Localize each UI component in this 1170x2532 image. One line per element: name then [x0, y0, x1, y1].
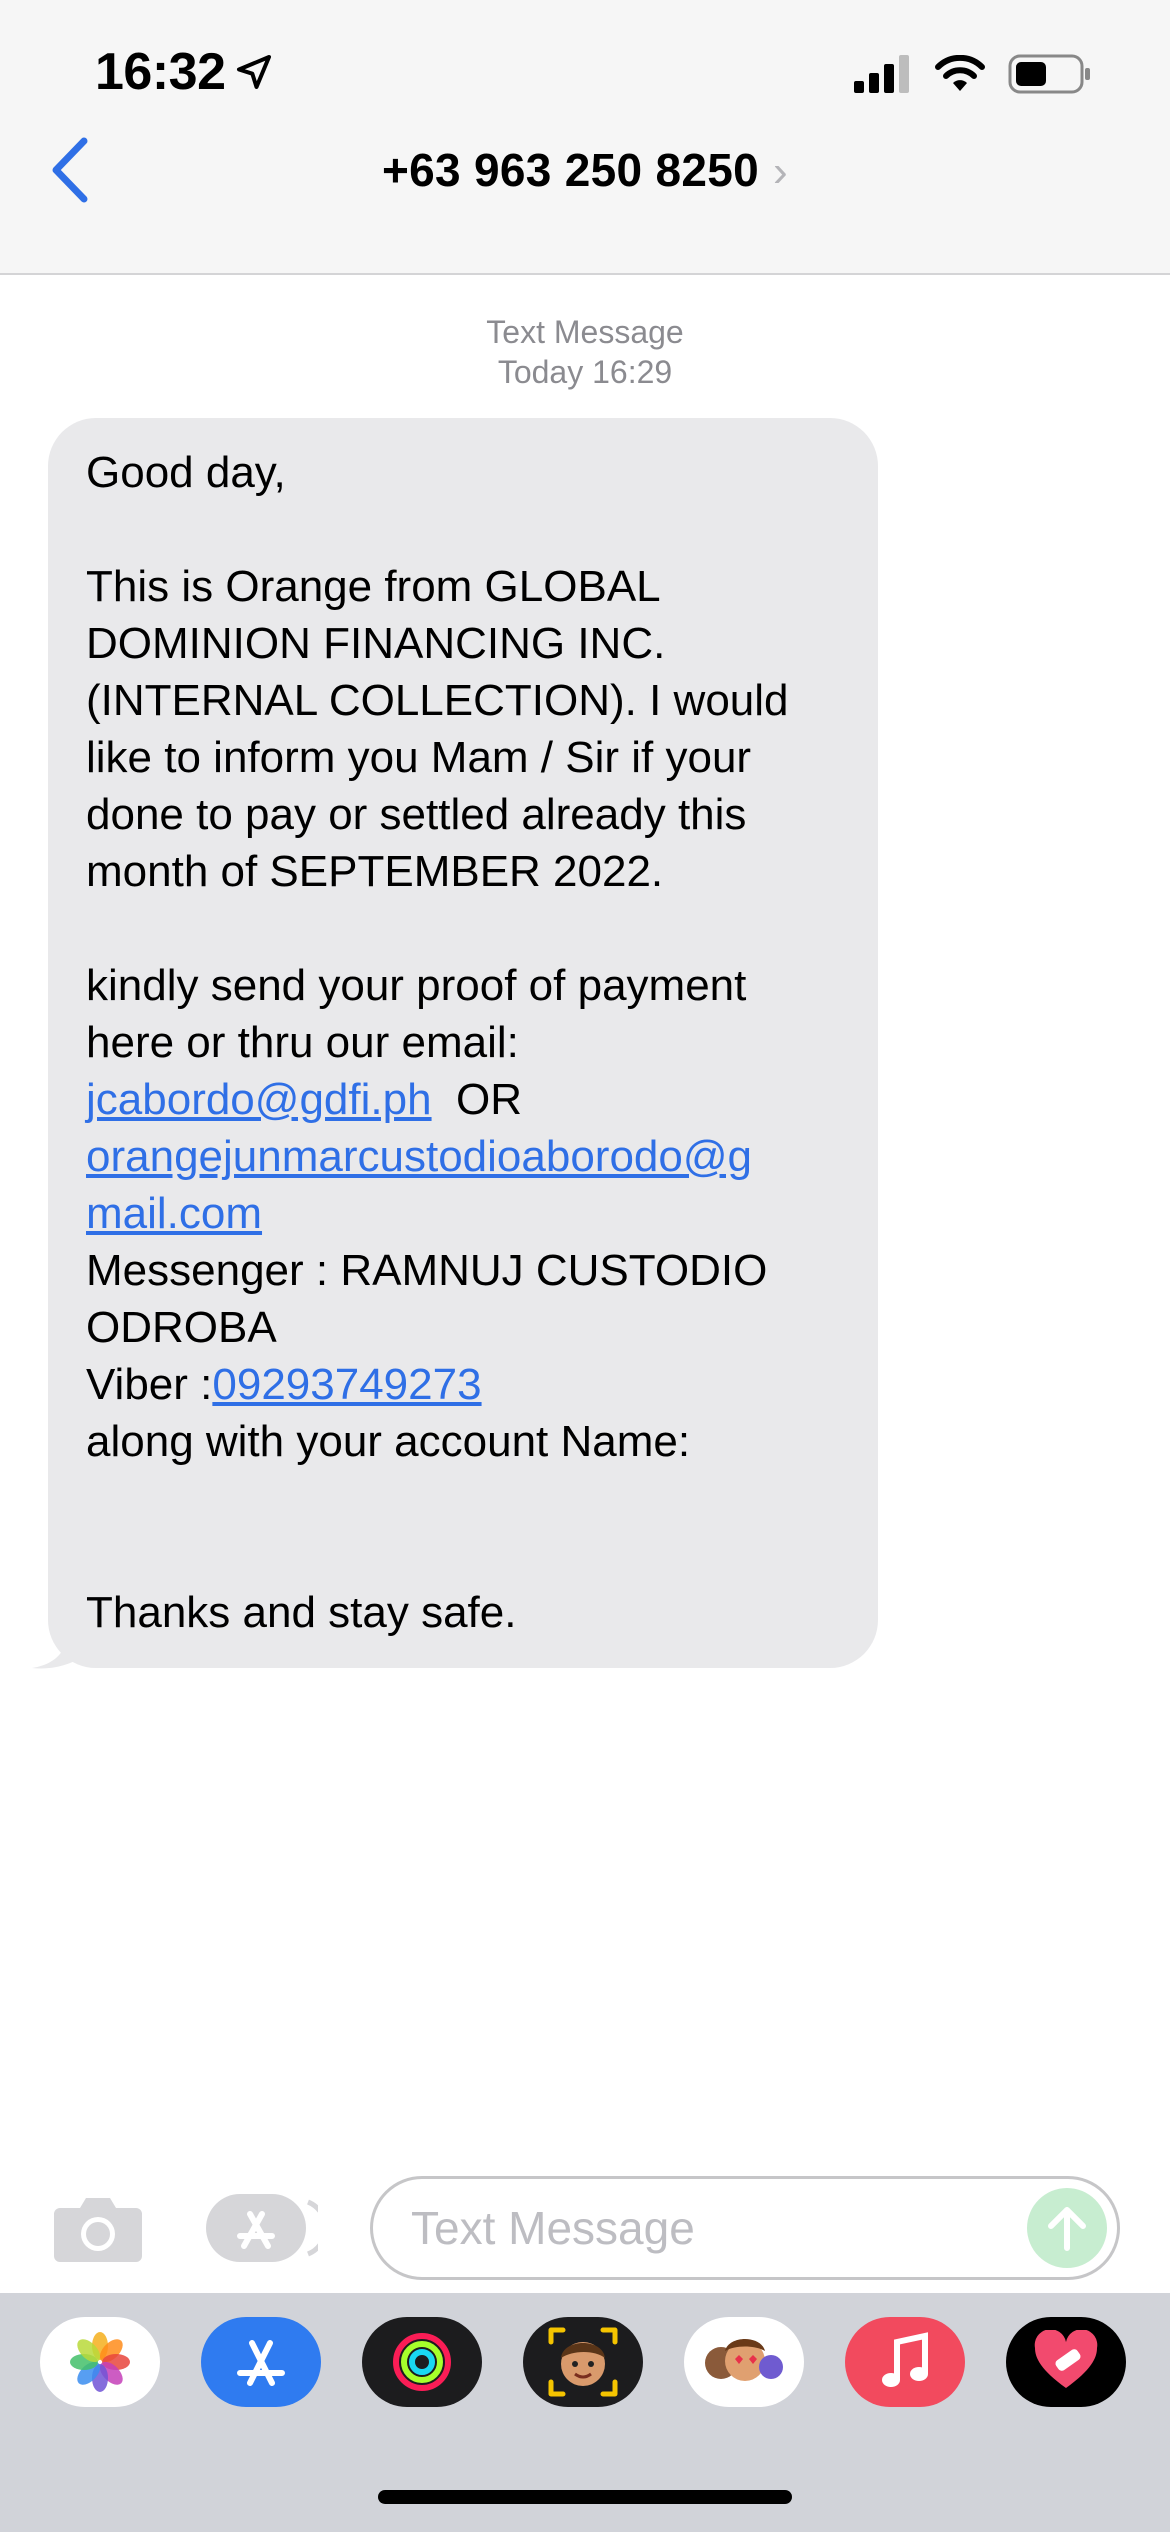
app-store-icon — [237, 2340, 285, 2386]
activity-app[interactable] — [362, 2317, 482, 2407]
message-type-label: Text Message — [486, 314, 684, 350]
app-store-app[interactable] — [201, 2317, 321, 2407]
viber-line: Viber :09293749273 — [86, 1356, 840, 1413]
app-store-icon — [206, 2194, 329, 2262]
heart-sticker-app[interactable] — [1006, 2317, 1126, 2407]
music-icon — [882, 2332, 928, 2387]
wifi-icon — [935, 55, 985, 91]
message-line: like to inform you Mam / Sir if your — [86, 733, 752, 782]
contact-header[interactable]: +63 963 250 8250 › — [0, 143, 1170, 197]
message-line: This is Orange from GLOBAL — [86, 562, 661, 611]
activity-icon — [393, 2333, 451, 2391]
email-line: jcabordo@gdfi.ph OR — [86, 1071, 840, 1128]
message-input-placeholder: Text Message — [411, 2202, 695, 2254]
message-line: Messenger : RAMNUJ CUSTODIO — [86, 1246, 768, 1295]
message-input[interactable]: Text Message — [370, 2176, 1120, 2280]
message-line: ODROBA — [86, 1303, 277, 1352]
battery-icon — [1008, 54, 1090, 94]
signal-icon — [854, 55, 909, 93]
contact-number: +63 963 250 8250 — [382, 144, 760, 196]
location-arrow-icon — [236, 55, 271, 89]
email-line-2b: mail.com — [86, 1185, 840, 1242]
top-bar: 16:32 +63 963 250 8250 › — [0, 0, 1170, 275]
email-line-2: orangejunmarcustodioaborodo@g — [86, 1128, 840, 1185]
memoji-app[interactable] — [523, 2317, 643, 2407]
message-line: here or thru our email: — [86, 1018, 519, 1067]
incoming-message-bubble[interactable]: Good day, This is Orange from GLOBAL DOM… — [48, 418, 878, 1668]
photos-app[interactable] — [40, 2317, 160, 2407]
or-text: OR — [431, 1075, 523, 1124]
email-link-2-continued[interactable]: mail.com — [86, 1189, 262, 1238]
send-button[interactable] — [1027, 2188, 1107, 2268]
email-link-2[interactable]: orangejunmarcustodioaborodo@g — [86, 1132, 752, 1181]
status-icons — [854, 54, 1092, 94]
message-closing: Thanks and stay safe. — [86, 1588, 517, 1637]
chevron-right-icon: › — [773, 147, 788, 196]
message-line: done to pay or settled already this — [86, 790, 747, 839]
message-line: (INTERNAL COLLECTION). I would — [86, 676, 789, 725]
apps-button[interactable] — [206, 2190, 329, 2271]
viber-label: Viber : — [86, 1360, 213, 1409]
status-time: 16:32 — [95, 42, 274, 102]
photos-icon — [70, 2332, 130, 2392]
message-line: along with your account Name: — [86, 1417, 691, 1466]
camera-icon — [54, 2198, 142, 2262]
memoji-icon — [548, 2327, 618, 2397]
animoji-icon — [705, 2339, 783, 2381]
music-app[interactable] — [845, 2317, 965, 2407]
message-timestamp: Today 16:29 — [497, 354, 673, 390]
message-line: kindly send your proof of payment — [86, 961, 747, 1010]
status-time-text: 16:32 — [95, 43, 226, 101]
thread-meta: Text Message Today 16:29 — [0, 312, 1170, 392]
arrow-up-icon — [1048, 2207, 1086, 2251]
email-link-1[interactable]: jcabordo@gdfi.ph — [86, 1075, 432, 1124]
message-line: month of SEPTEMBER 2022. — [86, 847, 664, 896]
message-greeting: Good day, — [86, 448, 286, 497]
message-line: DOMINION FINANCING INC. — [86, 619, 666, 668]
home-indicator[interactable] — [378, 2490, 792, 2504]
heart-sticker-icon — [1034, 2330, 1098, 2388]
animoji-app[interactable] — [684, 2317, 804, 2407]
phone-link[interactable]: 09293749273 — [212, 1360, 481, 1409]
camera-button[interactable] — [52, 2192, 144, 2269]
